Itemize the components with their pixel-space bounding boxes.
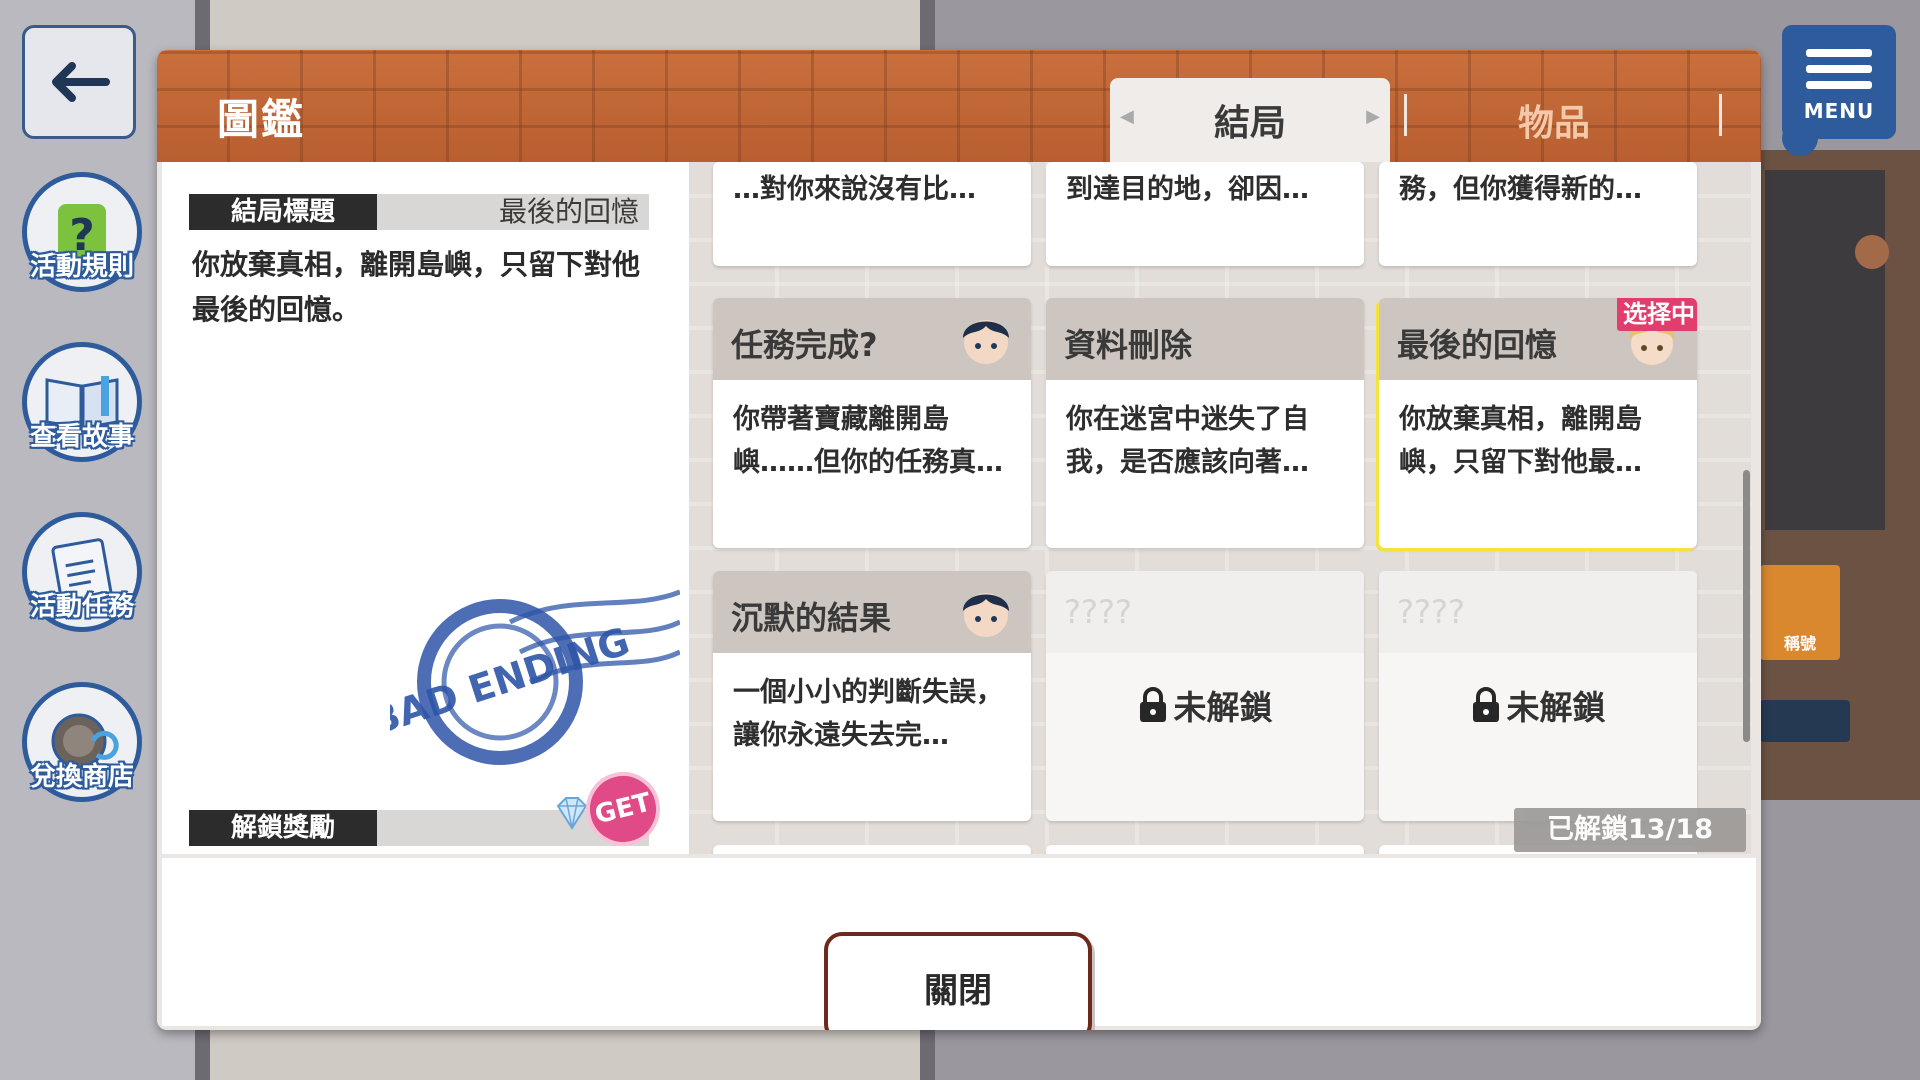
selected-badge: 选择中: [1617, 298, 1697, 331]
ending-card-body: 到達目的地，卻因…: [1066, 174, 1309, 205]
tab-endings[interactable]: ◀ 結局 ▶: [1110, 78, 1390, 162]
locked-text: 未解鎖: [1506, 688, 1606, 727]
dark-haired-boy-avatar-icon: [963, 320, 1009, 364]
ending-title-row: 結局標題 最後的回憶: [189, 194, 649, 230]
tab-items-label: 物品: [1517, 103, 1590, 144]
unlock-count: 已解鎖13/18: [1514, 808, 1746, 852]
dialog-header: 圖鑑 ◀ 結局 ▶ 物品: [157, 50, 1761, 162]
endings-list[interactable]: …對你來說沒有比… 到達目的地，卻因… 務，但你獲得新的… 任務完成? 你帶著寶…: [689, 162, 1751, 854]
ending-card-title: ????: [1064, 593, 1132, 631]
ending-card-body: 你在迷宮中迷失了自我，是否應該向著…: [1066, 404, 1309, 478]
locked-label: 未解鎖: [1046, 681, 1364, 729]
ending-card-header: ????: [1379, 571, 1697, 653]
background-pin-knob: [1855, 235, 1889, 269]
close-button[interactable]: 關閉: [824, 932, 1092, 1030]
bad-ending-stamp: BAD ENDING: [390, 589, 680, 765]
ending-card[interactable]: [1046, 845, 1364, 854]
ending-card[interactable]: 任務完成? 你帶著寶藏離開島嶼……但你的任務真…: [713, 298, 1031, 548]
ending-card-title: 任務完成?: [731, 326, 878, 364]
background-tag: [1760, 700, 1850, 742]
ending-detail-panel: 結局標題 最後的回憶 你放棄真相，離開島嶼，只留下對他最後的回憶。 BAD EN…: [162, 162, 689, 854]
ending-description: 你放棄真相，離開島嶼，只留下對他最後的回憶。: [192, 248, 641, 326]
background-note: 稱號: [1760, 565, 1840, 660]
background-shelf-map: [1765, 170, 1885, 530]
event-missions-label: 活動任務: [29, 592, 134, 622]
ending-card-header: ????: [1046, 571, 1364, 653]
dialog-title: 圖鑑: [217, 95, 306, 144]
tab-endings-label: 結局: [1213, 103, 1286, 144]
ending-card-body: …對你來說沒有比…: [733, 174, 976, 205]
tab-divider: [1719, 94, 1722, 136]
exchange-shop-label: 兌換商店: [29, 762, 134, 792]
ending-title-label: 結局標題: [189, 194, 377, 230]
lock-icon: [1139, 687, 1166, 722]
dialog-footer: 關閉: [162, 858, 1756, 1030]
view-story-button[interactable]: 查看故事: [22, 342, 142, 466]
ending-card[interactable]: 資料刪除 你在迷宮中迷失了自我，是否應該向著…: [1046, 298, 1364, 548]
locked-label: 未解鎖: [1379, 681, 1697, 729]
tab-right-arrow-icon: ▶: [1366, 106, 1380, 127]
ending-card[interactable]: …對你來說沒有比…: [713, 162, 1031, 266]
ending-card-body: 你放棄真相，離開島嶼，只留下對他最…: [1399, 404, 1642, 478]
event-rules-label: 活動規則: [29, 252, 134, 282]
encyclopedia-dialog: 圖鑑 ◀ 結局 ▶ 物品 結局標題 最後的回憶 你放棄真相，離開島嶼，只留下對他…: [157, 50, 1761, 1030]
stamp-text: BAD ENDING: [390, 619, 635, 744]
ending-card-body: 一個小小的判斷失誤，讓你永遠失去完…: [733, 677, 1003, 751]
view-story-label: 查看故事: [29, 422, 134, 452]
ending-card-locked[interactable]: ???? 未解鎖: [1046, 571, 1364, 821]
back-arrow-icon: [52, 62, 110, 102]
ending-card-body: 務，但你獲得新的…: [1399, 174, 1642, 205]
ending-card[interactable]: [713, 845, 1031, 854]
ending-card-header: 沉默的結果: [713, 571, 1031, 653]
ending-card-body: 你帶著寶藏離開島嶼……但你的任務真…: [733, 404, 1003, 478]
menu-button[interactable]: MENU: [1782, 25, 1896, 139]
ending-card-header: 資料刪除: [1046, 298, 1364, 380]
event-rules-button[interactable]: ? 活動規則: [22, 172, 142, 296]
ending-title-value: 最後的回憶: [498, 195, 639, 228]
ending-card-title: 資料刪除: [1064, 326, 1193, 364]
endings-scrollbar[interactable]: [1743, 470, 1750, 742]
ending-card-selected[interactable]: 选择中 最後的回憶 你放棄真相，離開島嶼，只留下對他最…: [1379, 298, 1697, 548]
tab-left-arrow-icon: ◀: [1120, 106, 1134, 127]
tab-items[interactable]: 物品: [1404, 78, 1704, 162]
ending-card-locked[interactable]: ???? 未解鎖: [1379, 571, 1697, 821]
ending-card-header: 任務完成?: [713, 298, 1031, 380]
hamburger-icon: [1806, 41, 1872, 97]
locked-text: 未解鎖: [1173, 688, 1273, 727]
ending-card-title: 沉默的結果: [731, 599, 892, 637]
ending-card[interactable]: 到達目的地，卻因…: [1046, 162, 1364, 266]
background-note-label: 稱號: [1783, 634, 1816, 653]
ending-card-title: ????: [1397, 593, 1465, 631]
event-missions-button[interactable]: 活動任務: [22, 512, 142, 636]
ending-card[interactable]: 務，但你獲得新的…: [1379, 162, 1697, 266]
ending-card-title: 最後的回憶: [1397, 326, 1558, 364]
lock-icon: [1472, 687, 1499, 722]
ending-card[interactable]: 沉默的結果 一個小小的判斷失誤，讓你永遠失去完…: [713, 571, 1031, 821]
dark-haired-boy-avatar-icon: [963, 593, 1009, 637]
unlock-reward-label: 解鎖獎勵: [189, 810, 377, 846]
exchange-shop-button[interactable]: 兌換商店: [22, 682, 142, 806]
back-button[interactable]: [22, 25, 136, 139]
menu-label: MENU: [1803, 99, 1875, 123]
